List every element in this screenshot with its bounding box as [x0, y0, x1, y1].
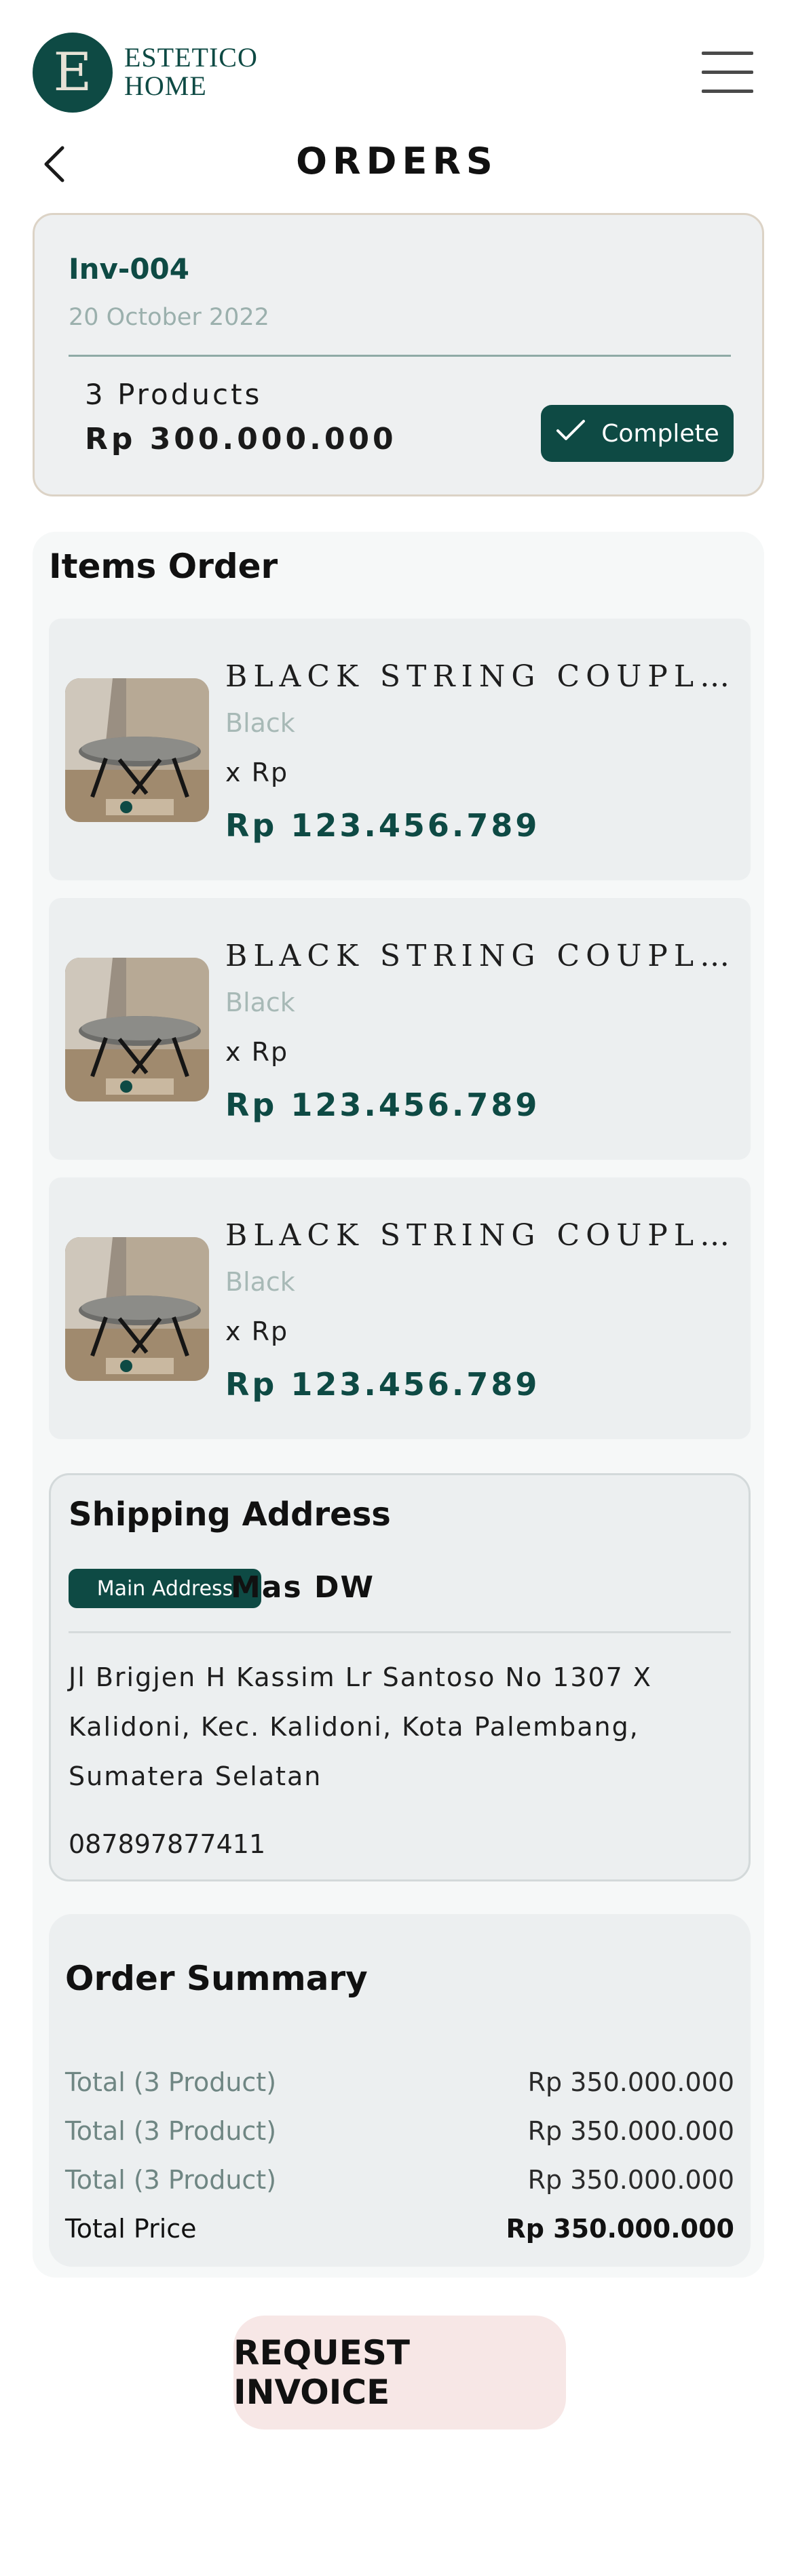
summary-row-value: Rp 350.000.000 — [527, 2116, 734, 2146]
brand-logo[interactable]: E — [33, 33, 113, 113]
product-price: Rp 123.456.789 — [225, 807, 540, 844]
summary-row-value: Rp 350.000.000 — [527, 2067, 734, 2097]
shipping-address-text: Jl Brigjen H Kassim Lr Santoso No 1307 X… — [69, 1662, 652, 1791]
list-item[interactable]: BLACK STRING COUPLE COFFEE TABLE Black x… — [49, 1177, 751, 1439]
brand-name-line2: HOME — [124, 71, 207, 101]
summary-heading: Order Summary — [65, 1959, 368, 1998]
summary-total-row: Total Price Rp 350.000.000 — [65, 2214, 734, 2244]
product-name: BLACK STRING COUPLE COFFEE TABLE — [225, 659, 736, 694]
summary-row: Total (3 Product) Rp 350.000.000 — [65, 2116, 734, 2146]
product-quantity: x Rp — [225, 1037, 289, 1067]
invoice-date: 20 October 2022 — [69, 304, 269, 331]
product-thumbnail — [65, 678, 209, 822]
invoice-divider — [69, 355, 731, 357]
summary-row-value: Rp 350.000.000 — [527, 2165, 734, 2195]
brand-name-line1: ESTETICO — [124, 42, 258, 73]
logo-letter: E — [53, 42, 92, 103]
hamburger-menu-icon[interactable] — [699, 47, 756, 96]
order-summary-card: Order Summary Total (3 Product) Rp 350.0… — [49, 1914, 751, 2267]
summary-row-label: Total (3 Product) — [65, 2067, 277, 2097]
brand-name: ESTETICO HOME — [124, 43, 258, 100]
invoice-id: Inv-004 — [69, 252, 190, 286]
page-title: ORDERS — [296, 140, 498, 182]
summary-row-label: Total (3 Product) — [65, 2165, 277, 2195]
shipping-heading: Shipping Address — [69, 1496, 391, 1534]
total-price-value: Rp 350.000.000 — [506, 2214, 734, 2244]
product-thumbnail — [65, 958, 209, 1101]
product-name: BLACK STRING COUPLE COFFEE TABLE — [225, 1218, 736, 1253]
product-quantity: x Rp — [225, 1316, 289, 1346]
product-price: Rp 123.456.789 — [225, 1366, 540, 1403]
total-price-label: Total Price — [65, 2214, 197, 2244]
product-variant: Black — [225, 708, 295, 738]
request-invoice-button[interactable]: REQUEST INVOICE — [233, 2316, 566, 2429]
summary-row-label: Total (3 Product) — [65, 2116, 277, 2146]
items-heading: Items Order — [49, 547, 278, 586]
product-name: BLACK STRING COUPLE COFFEE TABLE — [225, 939, 736, 973]
recipient-name: Mas DW — [231, 1570, 375, 1605]
status-badge: Complete — [541, 405, 734, 462]
product-variant: Black — [225, 1267, 295, 1297]
app-header: E ESTETICO HOME — [0, 0, 794, 136]
invoice-product-count: 3 Products — [85, 378, 263, 411]
summary-row: Total (3 Product) Rp 350.000.000 — [65, 2067, 734, 2097]
recipient-phone: 087897877411 — [69, 1829, 266, 1859]
product-thumbnail — [65, 1237, 209, 1381]
invoice-total: Rp 300.000.000 — [85, 422, 397, 456]
product-quantity: x Rp — [225, 758, 289, 787]
product-price: Rp 123.456.789 — [225, 1087, 540, 1123]
check-icon — [555, 418, 586, 449]
product-variant: Black — [225, 988, 295, 1017]
summary-row: Total (3 Product) Rp 350.000.000 — [65, 2165, 734, 2195]
status-label: Complete — [601, 419, 719, 448]
list-item[interactable]: BLACK STRING COUPLE COFFEE TABLE Black x… — [49, 619, 751, 880]
list-item[interactable]: BLACK STRING COUPLE COFFEE TABLE Black x… — [49, 898, 751, 1160]
shipping-address-card[interactable]: Shipping Address Main Address Mas DW Jl … — [49, 1473, 751, 1881]
invoice-card: Inv-004 20 October 2022 3 Products Rp 30… — [33, 213, 764, 496]
shipping-divider — [69, 1631, 731, 1633]
